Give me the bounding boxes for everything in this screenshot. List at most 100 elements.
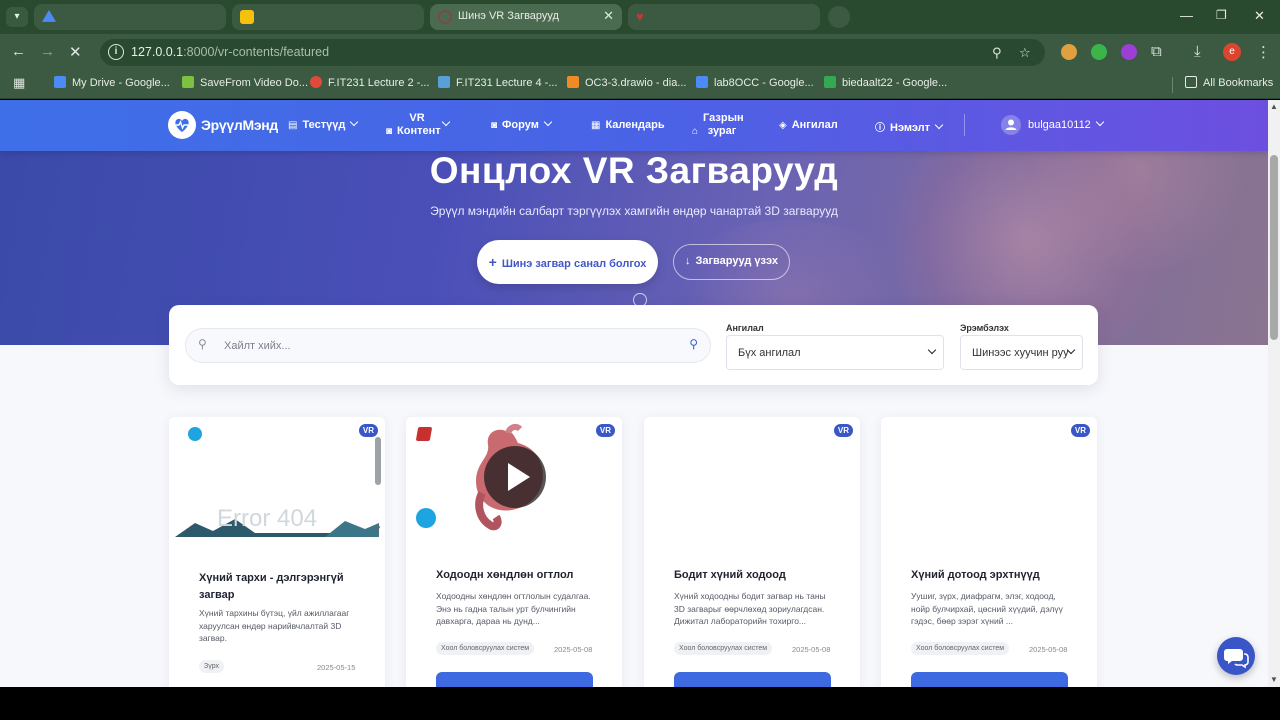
browser-tab-active[interactable]: Шинэ VR Загварууд ✕ <box>430 4 622 30</box>
search-submit-icon[interactable]: ⚲ <box>689 337 698 351</box>
card-title[interactable]: Ходоодн хөндлөн огтлол <box>436 567 606 584</box>
model-preview-embed[interactable] <box>644 417 860 537</box>
sort-select[interactable]: Шинээс хуучин руу <box>960 335 1083 370</box>
bookmarks-bar: ▦ My Drive - Google... SaveFrom Video Do… <box>0 71 1280 99</box>
user-menu[interactable]: bulgaa10112 <box>1028 117 1105 131</box>
profile-avatar[interactable]: e <box>1223 43 1241 61</box>
category-select[interactable]: Бүх ангилал <box>726 335 944 370</box>
browser-tab[interactable] <box>34 4 226 30</box>
view-model-button[interactable] <box>436 672 593 687</box>
page-subtitle: Эрүүл мэндийн салбарт тэргүүлэх хамгийн … <box>430 204 838 218</box>
heart-pulse-logo-icon[interactable] <box>168 111 196 139</box>
category-tag: Хоол боловсруулах систем <box>674 642 773 655</box>
nav-map[interactable]: ⌂Газрын зураг <box>692 112 744 138</box>
new-tab-button[interactable] <box>828 6 850 28</box>
site-logo-text[interactable]: ЭрүүлМэнд <box>201 117 278 133</box>
browser-toolbar: ← → ✕ i 127.0.0.1:8000/vr-contents/featu… <box>0 34 1280 71</box>
card-title[interactable]: Хүний дотоод эрхтнүүд <box>911 567 1081 584</box>
scrollbar-thumb[interactable] <box>1270 155 1278 340</box>
zoom-search-icon[interactable]: ⚲ <box>992 45 1002 61</box>
chevron-down-icon <box>1095 117 1105 127</box>
extension-icon[interactable] <box>1091 44 1107 60</box>
model-preview-embed[interactable]: Sketchfab Error 404 <box>169 417 379 537</box>
model-preview-embed[interactable]: $ <box>406 417 622 537</box>
suggest-model-button[interactable]: + Шинэ загвар санал болгох <box>477 240 658 284</box>
download-icon[interactable]: ⤓ <box>1194 43 1201 60</box>
google-docs-icon <box>696 76 708 88</box>
error-text: Error 404 <box>217 505 318 532</box>
window-close-icon[interactable]: ✕ <box>1254 8 1265 24</box>
nav-categories[interactable]: ◈ Ангилал <box>779 119 838 131</box>
chevron-down-icon <box>934 120 944 130</box>
bookmark-item[interactable]: lab8OCC - Google... <box>696 76 814 94</box>
category-label: Ангилал <box>726 323 764 333</box>
nav-calendar[interactable]: ▦ Календарь <box>591 119 665 131</box>
google-slides-favicon-icon <box>240 10 254 24</box>
browser-tab[interactable] <box>232 4 424 30</box>
embed-scroll-down-icon[interactable]: ▼ <box>374 524 382 533</box>
model-preview-embed[interactable] <box>881 417 1097 537</box>
page-title: Онцлох VR Загварууд <box>429 150 839 191</box>
all-bookmarks[interactable]: All Bookmarks <box>1185 76 1273 94</box>
nav-tests[interactable]: ▤ Тестүүд <box>288 117 359 131</box>
page-scrollbar[interactable]: ▲ ▼ <box>1268 100 1280 687</box>
bookmark-item[interactable]: F.IT231 Lecture 4 -... <box>438 76 558 94</box>
view-model-button[interactable] <box>674 672 831 687</box>
back-arrow-icon[interactable]: ← <box>11 43 26 60</box>
view-model-button[interactable] <box>911 672 1068 687</box>
play-button[interactable] <box>484 446 546 508</box>
info-icon: ⓘ <box>875 123 885 134</box>
loading-favicon-icon <box>438 10 452 24</box>
tab-search-button[interactable]: ▾ <box>6 7 28 27</box>
sketchfab-icon <box>188 427 202 441</box>
extension-icon[interactable] <box>1121 44 1137 60</box>
forward-arrow-icon[interactable]: → <box>40 43 55 60</box>
browser-tab-bar: ▾ Шинэ VR Загварууд ✕ ♥ — ❐ ✕ <box>0 0 1280 34</box>
model-card[interactable]: VR Бодит хүний ходоод Хүний ходоодны бод… <box>644 417 860 687</box>
site-info-icon[interactable]: i <box>108 44 124 60</box>
stop-loading-icon[interactable]: ✕ <box>69 43 82 61</box>
browser-menu-icon[interactable]: ⋮ <box>1256 43 1271 61</box>
apps-grid-icon[interactable]: ▦ <box>13 75 25 91</box>
browser-tab[interactable]: ♥ <box>628 4 820 30</box>
bookmark-item[interactable]: My Drive - Google... <box>54 76 170 94</box>
bookmark-item[interactable]: OC3-3.drawio - dia... <box>567 76 686 94</box>
nav-more[interactable]: ⓘ Нэмэлт <box>875 119 944 134</box>
extensions-puzzle-icon[interactable]: ⧉ <box>1151 43 1162 60</box>
card-description: Хүний ходоодны бодит загвар нь таны 3D з… <box>674 591 826 626</box>
bookmark-item[interactable]: biedaalt22 - Google... <box>824 76 947 94</box>
chat-button[interactable] <box>1217 637 1255 675</box>
nav-vr-content[interactable]: ◙VR Контент <box>386 112 451 138</box>
extension-icon[interactable] <box>1061 44 1077 60</box>
restore-icon[interactable]: ❐ <box>1216 8 1227 22</box>
card-title[interactable]: Бодит хүний ходоод <box>674 567 844 584</box>
google-drive-favicon-icon <box>42 10 56 22</box>
bookmark-item[interactable]: SaveFrom Video Do... <box>182 76 308 94</box>
bookmark-item[interactable]: F.IT231 Lecture 2 -... <box>310 76 430 94</box>
close-tab-icon[interactable]: ✕ <box>603 8 614 24</box>
scroll-down-icon[interactable]: ▼ <box>1270 675 1278 684</box>
search-input[interactable]: ⚲ Хайлт хийх... ⚲ <box>185 328 711 363</box>
chevron-down-icon <box>350 117 359 127</box>
map-icon: ⌂ <box>692 125 699 137</box>
minimize-icon[interactable]: — <box>1180 8 1193 23</box>
view-models-button[interactable]: ↓ Загварууд үзэх <box>673 244 790 280</box>
embed-scrollbar[interactable] <box>375 437 381 485</box>
address-bar[interactable]: i 127.0.0.1:8000/vr-contents/featured ⚲ … <box>100 39 1045 66</box>
scroll-up-icon[interactable]: ▲ <box>1270 102 1278 111</box>
nav-forum[interactable]: ◙ Форум <box>491 117 553 131</box>
user-avatar-icon[interactable] <box>1001 115 1021 135</box>
model-card[interactable]: VR Хүний дотоод эрхтнүүд Уушиг, зүрх, ди… <box>881 417 1097 687</box>
price-icon: $ <box>577 425 584 437</box>
vr-badge: VR <box>595 424 615 437</box>
chevron-down-icon <box>543 117 553 127</box>
model-card[interactable]: $ VR Ходоодн хөндлөн огтлол Ходоодны хөн… <box>406 417 622 687</box>
sketchfab-cube-icon[interactable] <box>416 508 436 528</box>
drive-icon <box>824 76 836 88</box>
model-card[interactable]: Sketchfab Error 404 ▼ VR Хүний тархи - д… <box>169 417 385 687</box>
search-placeholder: Хайлт хийх... <box>224 340 291 352</box>
clipboard-icon: ▤ <box>288 120 298 131</box>
bookmark-star-icon[interactable]: ☆ <box>1019 45 1031 61</box>
card-title[interactable]: Хүний тархи - дэлгэрэнгүй загвар <box>199 570 369 604</box>
card-date: 2025-05-15 <box>317 663 356 672</box>
